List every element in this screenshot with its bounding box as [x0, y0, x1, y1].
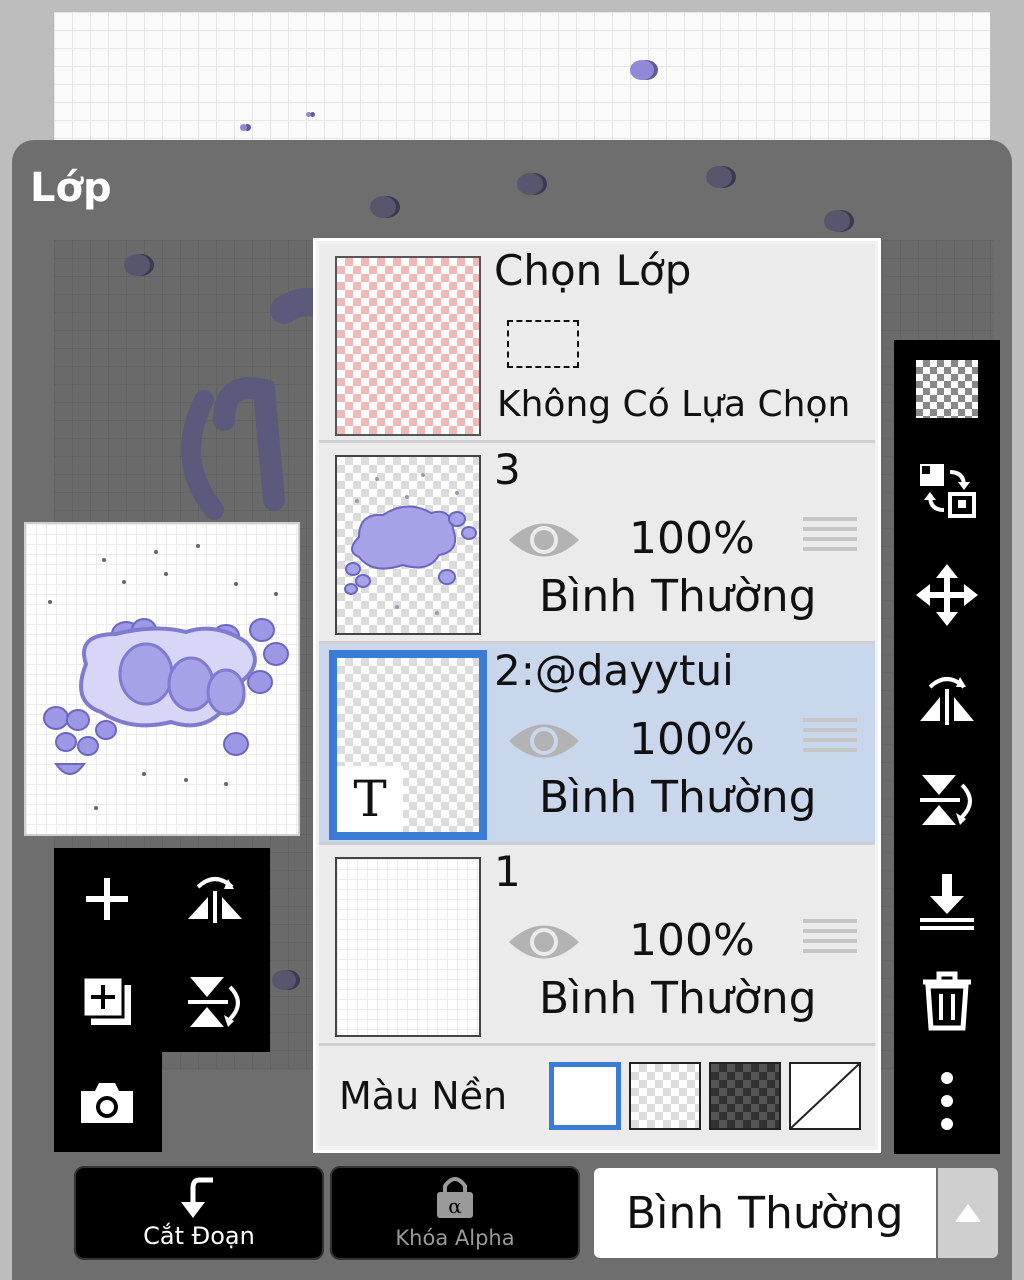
eye-icon[interactable]	[507, 716, 581, 766]
camera-button[interactable]	[62, 1058, 152, 1148]
drag-handle-icon[interactable]	[803, 517, 857, 559]
selection-layer-thumbnail	[335, 256, 481, 436]
flip-vertical-button[interactable]	[894, 754, 1000, 844]
eye-icon[interactable]	[507, 515, 581, 565]
camera-icon	[81, 1083, 133, 1123]
flip-horizontal-button[interactable]	[170, 854, 260, 944]
canvas-dot	[824, 210, 850, 232]
layer-blend-mode: Bình Thường	[539, 973, 817, 1024]
selection-marquee-icon	[507, 320, 579, 368]
canvas-dot	[124, 254, 150, 276]
bg-dark-checker-swatch[interactable]	[709, 1062, 781, 1130]
layer-opacity: 100%	[629, 714, 755, 765]
merge-down-button[interactable]	[894, 856, 1000, 946]
clipping-label: Cắt Đoạn	[143, 1222, 255, 1250]
move-icon	[916, 564, 978, 626]
layer-row[interactable]: 3 100% Bình Thường	[319, 443, 875, 641]
more-options-button[interactable]	[894, 1056, 1000, 1146]
selection-layer-row[interactable]: Chọn Lớp Không Có Lựa Chọn	[319, 244, 875, 440]
layer-blend-mode: Bình Thường	[539, 571, 817, 622]
blend-mode-dropdown-button[interactable]	[938, 1168, 998, 1258]
drag-handle-icon[interactable]	[803, 919, 857, 961]
canvas-preview[interactable]	[24, 522, 300, 836]
panel-title: Lớp	[30, 165, 112, 211]
layer-thumbnail	[335, 455, 481, 635]
delete-layer-button[interactable]	[894, 956, 1000, 1046]
add-layer-button[interactable]	[62, 854, 152, 944]
blend-mode-select[interactable]: Bình Thường	[594, 1168, 936, 1258]
svg-text:α: α	[448, 1194, 462, 1218]
flip-vertical-icon	[188, 977, 240, 1027]
merge-down-icon	[920, 874, 974, 930]
transparency-button[interactable]	[894, 344, 1000, 434]
flip-vertical-button[interactable]	[170, 956, 260, 1046]
add-copy-layer-button[interactable]	[62, 956, 152, 1046]
layer-thumbnail: T	[329, 650, 487, 840]
plus-icon	[86, 878, 128, 920]
lock-icon: α	[437, 1177, 473, 1218]
layer-opacity: 100%	[629, 915, 755, 966]
canvas-dot	[272, 970, 296, 990]
preview-artwork	[43, 544, 289, 810]
canvas-dot	[306, 112, 311, 117]
selection-layer-title: Chọn Lớp	[494, 246, 692, 295]
bg-transparent-swatch[interactable]	[629, 1062, 701, 1130]
triangle-up-icon	[955, 1204, 981, 1222]
swap-layers-button[interactable]	[894, 446, 1000, 536]
layer-thumbnail	[335, 857, 481, 1037]
move-button[interactable]	[894, 550, 1000, 640]
bg-none-swatch[interactable]	[789, 1062, 861, 1130]
layer-name: 3	[494, 445, 521, 494]
text-layer-badge: T	[337, 766, 403, 832]
background-color-label: Màu Nền	[339, 1074, 508, 1118]
layer-thumbnail-artwork	[344, 473, 477, 615]
flip-horizontal-icon	[188, 877, 242, 923]
layer-opacity: 100%	[629, 513, 755, 564]
bg-white-swatch[interactable]	[549, 1062, 621, 1130]
drag-handle-icon[interactable]	[803, 718, 857, 760]
flip-vertical-icon	[920, 775, 972, 825]
layers-list: Chọn Lớp Không Có Lựa Chọn 3 100% Bình T…	[313, 238, 881, 1153]
canvas-dot	[517, 173, 543, 195]
drawing-canvas[interactable]	[54, 12, 990, 152]
right-toolbar	[894, 340, 1000, 1154]
swap-icon	[920, 464, 976, 518]
canvas-dot	[630, 60, 654, 80]
clipping-button[interactable]: Cắt Đoạn	[74, 1166, 324, 1260]
canvas-dot	[706, 166, 732, 188]
eye-icon[interactable]	[507, 917, 581, 967]
clip-arrow-icon	[181, 1177, 213, 1218]
more-vertical-icon	[941, 1072, 953, 1130]
canvas-dot	[240, 124, 247, 131]
flip-horizontal-button[interactable]	[894, 652, 1000, 742]
layer-name: 1	[494, 847, 521, 896]
slash-icon	[790, 1063, 860, 1129]
layer-name: 2:@dayytui	[494, 646, 734, 695]
selection-status: Không Có Lựa Chọn	[497, 384, 851, 425]
alpha-lock-button[interactable]: α Khóa Alpha	[330, 1166, 580, 1260]
alpha-lock-label: Khóa Alpha	[395, 1226, 515, 1250]
copy-layer-icon	[81, 975, 131, 1025]
checker-icon	[916, 360, 978, 418]
layer-blend-mode: Bình Thường	[539, 772, 817, 823]
layer-row[interactable]: 1 100% Bình Thường	[319, 845, 875, 1043]
flip-horizontal-icon	[920, 677, 974, 725]
trash-icon	[923, 971, 971, 1031]
layer-row-selected[interactable]: T 2:@dayytui 100% Bình Thường	[319, 644, 875, 842]
background-color-row: Màu Nền	[319, 1046, 875, 1146]
canvas-dot	[370, 196, 396, 218]
